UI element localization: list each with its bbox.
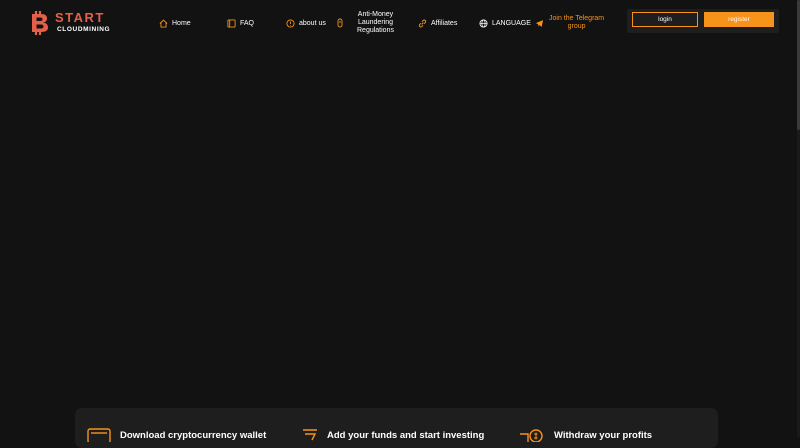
telegram-icon — [535, 19, 544, 27]
compliance-icon — [337, 18, 343, 28]
nav-telegram-line-1: Join the Telegram — [549, 15, 605, 22]
logo[interactable]: START CLOUDMINING — [30, 10, 120, 36]
nav-affiliates-label: Affiliates — [431, 19, 458, 27]
nav-home[interactable]: Home — [159, 12, 191, 34]
nav-about[interactable]: about us — [286, 12, 326, 34]
nav-faq[interactable]: FAQ — [227, 12, 254, 34]
register-button[interactable]: register — [704, 12, 774, 27]
nav-telegram-line-2: group — [567, 23, 586, 30]
nav-telegram[interactable]: Join the Telegram group — [535, 12, 604, 34]
link-icon — [418, 19, 427, 27]
step-withdraw: Withdraw your profits — [519, 428, 652, 442]
step-2-label: Add your funds and start investing — [327, 429, 485, 441]
step-3-label: Withdraw your profits — [554, 429, 653, 441]
withdraw-icon — [520, 429, 543, 442]
auth-panel: login register — [627, 9, 779, 33]
globe-icon — [479, 18, 488, 28]
site-header: START CLOUDMINING Home FAQ about us Anti… — [0, 0, 800, 45]
step-1-label: Download cryptocurrency wallet — [120, 429, 267, 441]
nav-language[interactable]: LANGUAGE — [479, 12, 531, 34]
nav-home-label: Home — [172, 19, 191, 27]
logo-title: START — [55, 10, 105, 25]
nav-affiliates[interactable]: Affiliates — [418, 12, 457, 34]
steps-panel: Download cryptocurrency wallet Add your … — [75, 408, 718, 448]
nav-faq-label: FAQ — [240, 19, 255, 27]
nav-language-label: LANGUAGE — [492, 19, 531, 27]
nav-aml-line-3: Regulations — [357, 27, 394, 34]
home-icon — [159, 19, 168, 28]
logo-subtitle: CLOUDMINING — [57, 26, 111, 33]
step-download-wallet: Download cryptocurrency wallet — [87, 428, 266, 442]
step-add-funds: Add your funds and start investing — [302, 428, 484, 442]
nav-aml-line-1: Anti-Money — [357, 11, 394, 18]
nav-about-label: about us — [299, 19, 326, 27]
nav-aml-line-2: Laundering — [357, 19, 393, 26]
info-icon — [286, 18, 295, 28]
login-button[interactable]: login — [632, 12, 698, 27]
wallet-icon — [87, 428, 111, 442]
bitcoin-logo-icon — [32, 11, 48, 35]
nav-aml[interactable]: Anti-Money Laundering Regulations — [337, 11, 394, 34]
funds-icon — [303, 429, 317, 441]
faq-icon — [227, 18, 236, 28]
